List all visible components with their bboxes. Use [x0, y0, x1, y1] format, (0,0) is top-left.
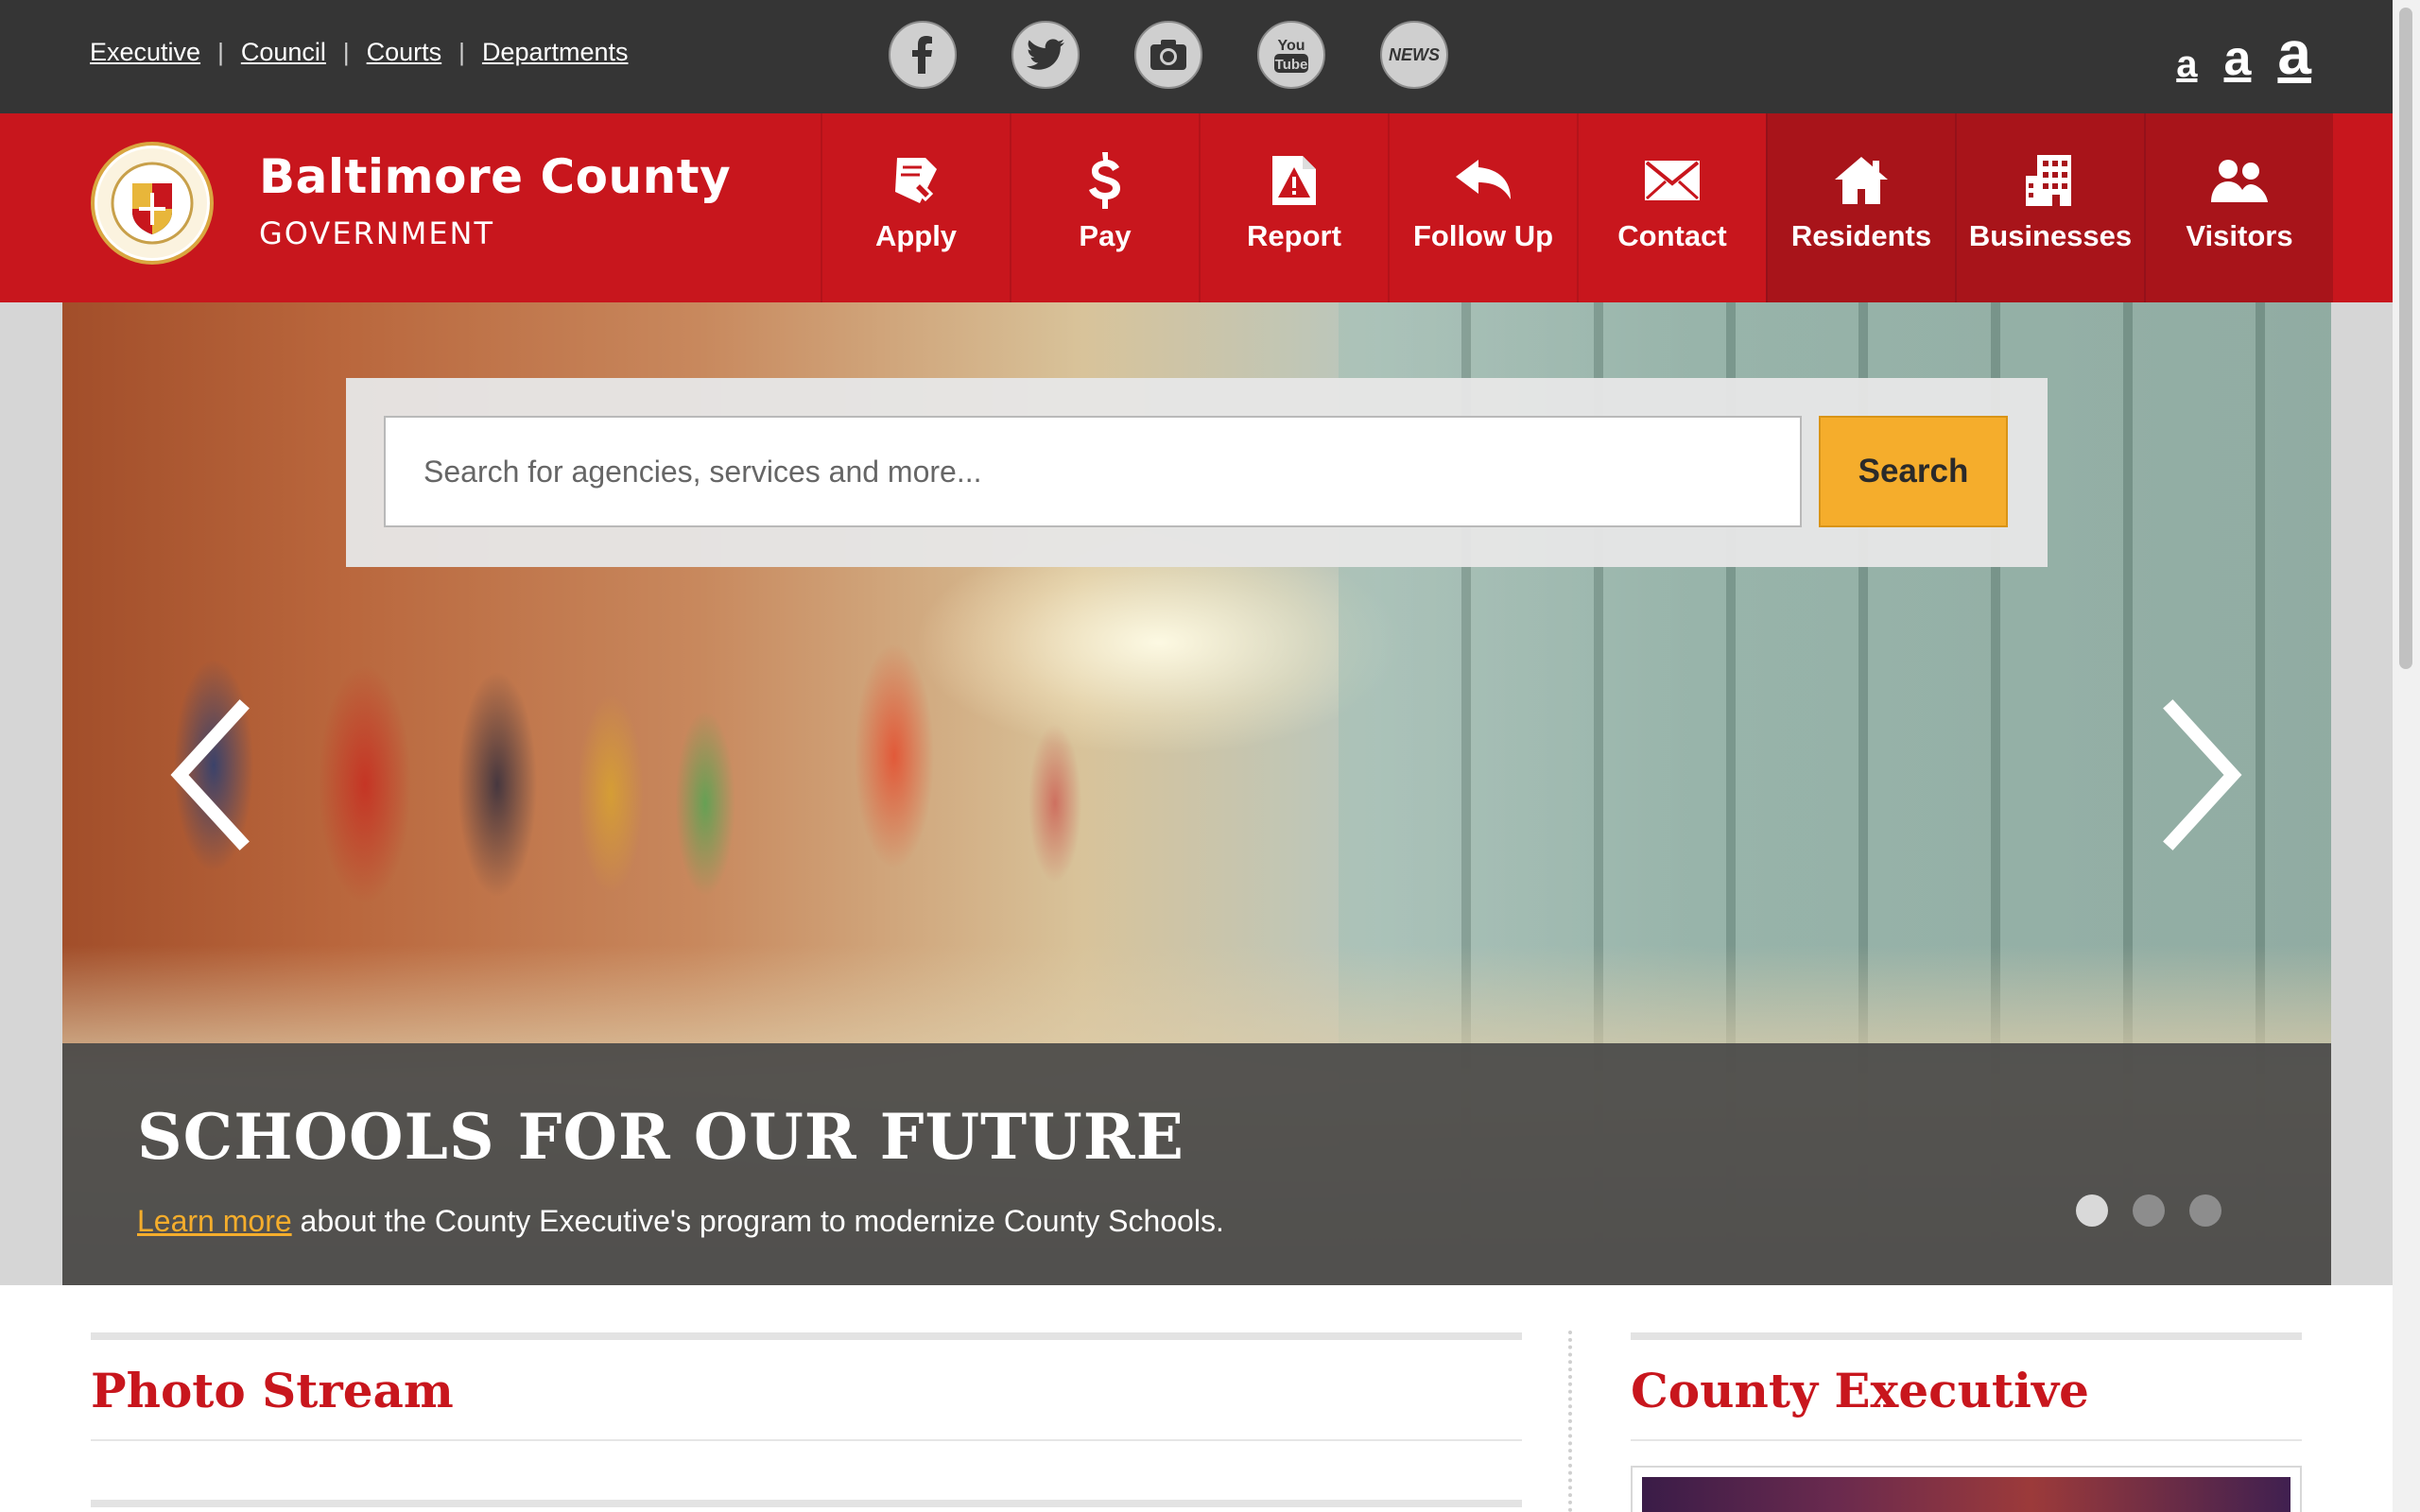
- nav-item-apply[interactable]: Apply: [821, 113, 1010, 302]
- search-panel: Search: [346, 378, 2048, 567]
- text-size-controls: a a a: [2176, 23, 2311, 83]
- section-divider: [1631, 1439, 2302, 1441]
- nav-label-residents: Residents: [1790, 219, 1932, 252]
- site-header: Baltimore County GOVERNMENT Apply Pay Re…: [0, 113, 2420, 302]
- util-link-courts[interactable]: Courts: [367, 38, 442, 67]
- apply-icon: [891, 151, 941, 210]
- text-size-large[interactable]: a: [2277, 23, 2311, 83]
- hero-description-text: about the County Executive's program to …: [291, 1204, 1224, 1238]
- hero-carousel: Search SCHOOLS FOR OUR FUTURE Learn more…: [62, 302, 2331, 1285]
- nav-label-apply: Apply: [874, 219, 958, 252]
- chevron-left-icon: [170, 699, 250, 850]
- reply-arrow-icon: [1456, 151, 1511, 210]
- search-input[interactable]: [384, 416, 1802, 527]
- carousel-dot-3[interactable]: [2189, 1194, 2221, 1227]
- util-link-executive[interactable]: Executive: [90, 38, 200, 67]
- hero-section: Search SCHOOLS FOR OUR FUTURE Learn more…: [0, 302, 2420, 1285]
- carousel-next-button[interactable]: [2142, 690, 2256, 860]
- chevron-right-icon: [2163, 699, 2242, 850]
- brand-subtitle: GOVERNMENT: [259, 215, 495, 251]
- county-executive-title: County Executive: [1631, 1363, 2089, 1418]
- youtube-icon-label-bottom: Tube: [1275, 57, 1308, 73]
- nav-item-residents[interactable]: Residents: [1766, 113, 1955, 302]
- youtube-icon[interactable]: You Tube: [1257, 21, 1325, 89]
- scrollbar-thumb[interactable]: [2399, 8, 2412, 669]
- news-icon-label: NEWS: [1389, 44, 1440, 64]
- hero-caption: SCHOOLS FOR OUR FUTURE Learn more about …: [62, 1043, 2331, 1285]
- learn-more-link[interactable]: Learn more: [137, 1204, 292, 1238]
- carousel-dot-2[interactable]: [2133, 1194, 2165, 1227]
- dollar-icon: [1088, 151, 1122, 210]
- facebook-icon[interactable]: [889, 21, 957, 89]
- nav-item-visitors[interactable]: Visitors: [2144, 113, 2333, 302]
- brand-block[interactable]: Baltimore County GOVERNMENT: [259, 149, 731, 251]
- nav-item-pay[interactable]: Pay: [1010, 113, 1199, 302]
- people-icon: [2211, 151, 2268, 210]
- nav-label-visitors: Visitors: [2186, 219, 2293, 252]
- nav-label-follow-up: Follow Up: [1412, 219, 1554, 252]
- news-icon[interactable]: NEWS: [1380, 21, 1448, 89]
- youtube-icon-label-top: You: [1277, 38, 1305, 54]
- util-separator: |: [342, 38, 350, 66]
- section-divider: [91, 1500, 1522, 1507]
- nav-label-businesses: Businesses: [1968, 219, 2133, 252]
- search-button[interactable]: Search: [1819, 416, 2008, 527]
- building-icon: [2026, 151, 2075, 210]
- text-size-small[interactable]: a: [2176, 45, 2197, 83]
- county-seal-logo[interactable]: [91, 142, 214, 265]
- top-utility-bar: Executive | Council | Courts | Departmen…: [0, 0, 2420, 113]
- brand-title: Baltimore County: [259, 149, 732, 204]
- nav-label-contact: Contact: [1617, 219, 1727, 252]
- section-divider: [91, 1439, 1522, 1441]
- section-divider: [91, 1332, 1522, 1340]
- nav-item-contact[interactable]: Contact: [1577, 113, 1766, 302]
- photo-stream-section: Photo Stream: [91, 1332, 1522, 1507]
- util-link-council[interactable]: Council: [241, 38, 326, 67]
- twitter-icon[interactable]: [1011, 21, 1080, 89]
- main-nav: Apply Pay Report Follow Up Contact Resid…: [821, 113, 2333, 302]
- photo-stream-title: Photo Stream: [91, 1363, 454, 1418]
- nav-item-report[interactable]: Report: [1199, 113, 1388, 302]
- nav-item-follow-up[interactable]: Follow Up: [1388, 113, 1577, 302]
- carousel-dots: [2076, 1194, 2221, 1227]
- envelope-icon: [1645, 151, 1700, 210]
- nav-item-businesses[interactable]: Businesses: [1955, 113, 2144, 302]
- report-icon: [1269, 151, 1320, 210]
- column-divider: [1568, 1331, 1572, 1512]
- instagram-icon[interactable]: [1134, 21, 1202, 89]
- nav-label-pay: Pay: [1079, 219, 1132, 252]
- text-size-medium[interactable]: a: [2223, 34, 2251, 83]
- util-link-departments[interactable]: Departments: [482, 38, 629, 67]
- carousel-prev-button[interactable]: [157, 690, 270, 860]
- hero-description: Learn more about the County Executive's …: [137, 1204, 1224, 1239]
- carousel-dot-1[interactable]: [2076, 1194, 2108, 1227]
- util-separator: |: [458, 38, 465, 66]
- county-executive-section: County Executive: [1631, 1332, 2302, 1512]
- section-divider: [1631, 1332, 2302, 1340]
- utility-nav: Executive | Council | Courts | Departmen…: [90, 38, 629, 67]
- house-icon: [1835, 151, 1888, 210]
- hero-title: SCHOOLS FOR OUR FUTURE: [137, 1100, 1184, 1174]
- util-separator: |: [217, 38, 224, 66]
- social-links: You Tube NEWS: [889, 21, 1448, 89]
- county-executive-photo[interactable]: [1631, 1466, 2302, 1512]
- nav-label-report: Report: [1247, 219, 1341, 252]
